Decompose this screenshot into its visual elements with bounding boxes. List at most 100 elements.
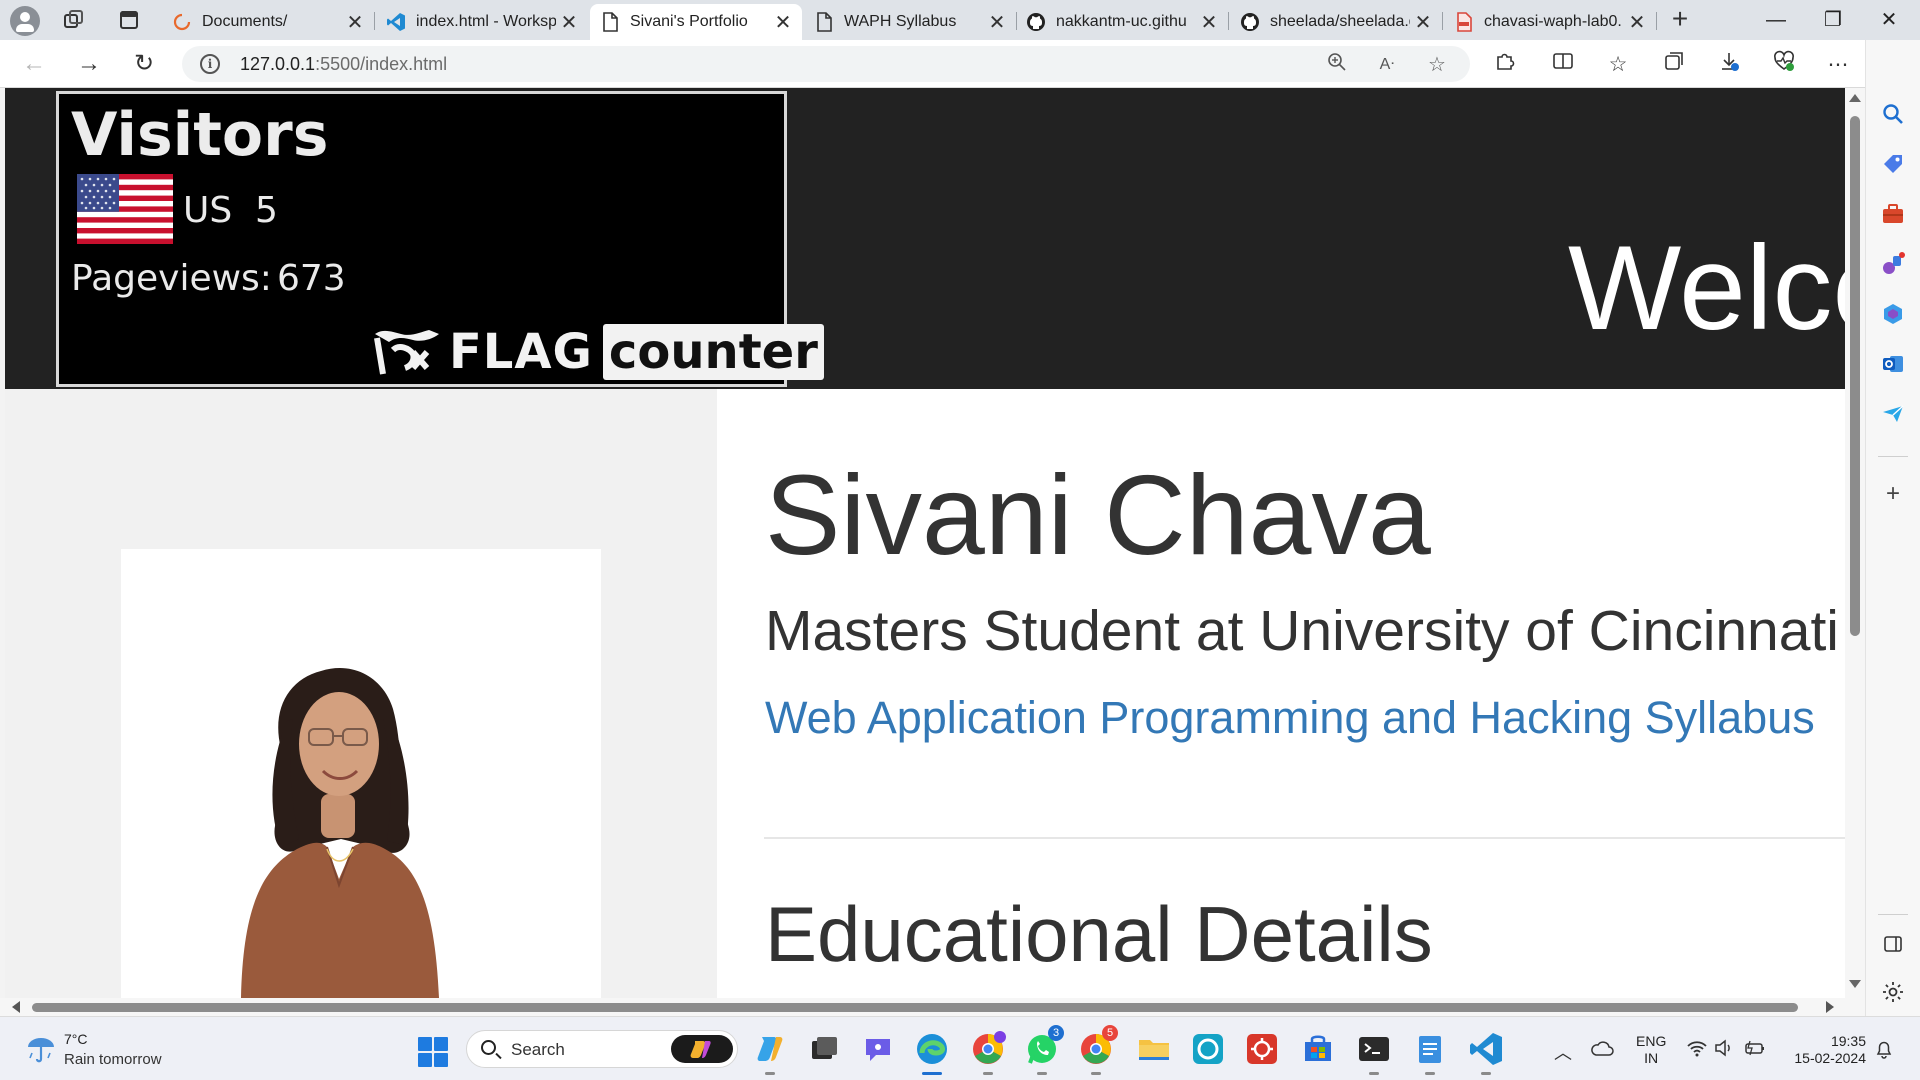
drop-send-icon[interactable] bbox=[1881, 402, 1905, 426]
tab-title: WAPH Syllabus bbox=[844, 13, 957, 30]
tab-chavasi-lab0-pdf[interactable]: chavasi-waph-lab0. ✕ bbox=[1444, 4, 1656, 40]
flag-counter-logo-counter: counter bbox=[602, 324, 824, 380]
tab-close-button[interactable]: ✕ bbox=[1200, 10, 1218, 35]
tab-close-button[interactable]: ✕ bbox=[1414, 10, 1432, 35]
refresh-icon[interactable]: ↻ bbox=[130, 50, 158, 78]
downloads-icon[interactable] bbox=[1714, 50, 1744, 80]
teams-chat-icon[interactable] bbox=[860, 1031, 896, 1067]
alexa-app-icon[interactable] bbox=[1190, 1031, 1226, 1067]
add-icon[interactable]: + bbox=[1881, 482, 1905, 506]
sidebar-separator bbox=[1878, 456, 1908, 457]
copilot-app-icon[interactable] bbox=[752, 1031, 788, 1075]
vertical-scrollbar[interactable] bbox=[1845, 88, 1865, 998]
address-bar[interactable]: i 127.0.0.1:5500/index.html Aᐧ ☆ bbox=[182, 46, 1470, 82]
divider bbox=[764, 837, 1845, 839]
vertical-scroll-thumb[interactable] bbox=[1850, 116, 1860, 636]
more-menu-icon[interactable]: ⋯ bbox=[1823, 50, 1853, 80]
battery-icon[interactable] bbox=[1744, 1039, 1766, 1062]
terminal-icon[interactable] bbox=[1356, 1031, 1392, 1075]
volume-icon[interactable] bbox=[1714, 1039, 1734, 1062]
settings-gear-icon[interactable] bbox=[1881, 980, 1905, 1004]
outlook-icon[interactable] bbox=[1881, 352, 1905, 376]
tab-title: sheelada/sheelada.g bbox=[1270, 13, 1410, 30]
games-icon[interactable] bbox=[1881, 252, 1905, 276]
visitors-title: Visitors bbox=[71, 100, 329, 170]
weather-description[interactable]: Rain tomorrow bbox=[64, 1051, 162, 1068]
tab-separator bbox=[1442, 12, 1443, 30]
tab-documents[interactable]: Documents/ ✕ bbox=[162, 4, 374, 40]
system-clock[interactable]: 19:35 15-02-2024 bbox=[1786, 1033, 1866, 1067]
language-indicator[interactable]: ENG IN bbox=[1636, 1033, 1666, 1067]
scroll-down-arrow-icon[interactable] bbox=[1849, 980, 1861, 988]
zoom-icon[interactable] bbox=[1324, 52, 1350, 78]
notifications-bell-icon[interactable] bbox=[1874, 1039, 1894, 1064]
read-aloud-icon[interactable]: Aᐧ bbox=[1374, 52, 1400, 78]
horizontal-scrollbar[interactable] bbox=[0, 998, 1865, 1016]
restore-button[interactable]: ❐ bbox=[1810, 6, 1856, 34]
new-tab-button[interactable]: + bbox=[1664, 4, 1696, 36]
favorite-star-icon[interactable]: ☆ bbox=[1424, 52, 1450, 78]
tab-close-button[interactable]: ✕ bbox=[560, 10, 578, 35]
profile-sidebar bbox=[5, 389, 717, 998]
wifi-icon[interactable] bbox=[1686, 1039, 1708, 1062]
profile-icon[interactable] bbox=[10, 6, 40, 36]
tab-waph-syllabus[interactable]: WAPH Syllabus ✕ bbox=[804, 4, 1016, 40]
windows-start-icon[interactable] bbox=[418, 1037, 448, 1067]
horizontal-scroll-thumb[interactable] bbox=[32, 1003, 1798, 1012]
search-icon bbox=[481, 1040, 496, 1055]
vscode-taskbar-icon[interactable] bbox=[1468, 1031, 1504, 1075]
collections-icon[interactable] bbox=[1659, 50, 1689, 80]
favorites-icon[interactable]: ☆ bbox=[1603, 50, 1633, 80]
tools-briefcase-icon[interactable] bbox=[1881, 202, 1905, 226]
file-explorer-icon[interactable] bbox=[1136, 1031, 1172, 1067]
tab-github-nakkantm[interactable]: nakkantm-uc.githu ✕ bbox=[1016, 4, 1228, 40]
hide-sidebar-icon[interactable] bbox=[1881, 932, 1905, 956]
window-close-button[interactable]: ✕ bbox=[1866, 6, 1912, 34]
running-indicator bbox=[922, 1072, 942, 1075]
app-settings-red-icon[interactable] bbox=[1244, 1031, 1280, 1067]
scroll-up-arrow-icon[interactable] bbox=[1849, 94, 1861, 102]
tab-close-button[interactable]: ✕ bbox=[1628, 10, 1646, 35]
extensions-icon[interactable] bbox=[1490, 50, 1520, 80]
performance-heart-icon[interactable] bbox=[1769, 50, 1799, 80]
scroll-left-arrow-icon[interactable] bbox=[12, 1001, 20, 1013]
tab-close-button[interactable]: ✕ bbox=[346, 10, 364, 35]
search-icon[interactable] bbox=[1881, 102, 1905, 126]
running-indicator bbox=[1425, 1072, 1435, 1075]
weather-temperature[interactable]: 7°C bbox=[64, 1031, 88, 1047]
forward-arrow-icon[interactable]: → bbox=[75, 50, 103, 78]
scroll-right-arrow-icon[interactable] bbox=[1826, 1001, 1834, 1013]
syllabus-link[interactable]: Web Application Programming and Hacking … bbox=[765, 691, 1815, 745]
task-view-icon[interactable] bbox=[806, 1031, 842, 1067]
chrome-profile-icon[interactable] bbox=[970, 1031, 1006, 1075]
page-title: Sivani Chava bbox=[765, 452, 1431, 578]
windows-taskbar: 7°C Rain tomorrow Search 3 5 ︿ ENG IN 19… bbox=[0, 1016, 1920, 1080]
weather-rain-icon[interactable] bbox=[24, 1031, 58, 1065]
split-screen-icon[interactable] bbox=[1548, 50, 1578, 80]
copilot-search-icon[interactable] bbox=[671, 1035, 733, 1063]
tab-sivanis-portfolio[interactable]: Sivani's Portfolio ✕ bbox=[590, 4, 802, 40]
whatsapp-icon[interactable]: 3 bbox=[1024, 1025, 1064, 1075]
tab-close-button[interactable]: ✕ bbox=[988, 10, 1006, 35]
url-text[interactable]: 127.0.0.1:5500/index.html bbox=[240, 54, 447, 75]
back-arrow-icon[interactable]: ← bbox=[20, 50, 48, 78]
chrome-icon[interactable]: 5 bbox=[1078, 1025, 1118, 1075]
show-hidden-icons-chevron-icon[interactable]: ︿ bbox=[1554, 1039, 1572, 1065]
onedrive-cloud-icon[interactable] bbox=[1590, 1039, 1614, 1062]
flag-counter-widget[interactable]: Visitors US 5 Pageviews: 673 FLAG counte… bbox=[56, 91, 824, 387]
edge-browser-icon[interactable] bbox=[914, 1031, 950, 1075]
tab-github-sheelada[interactable]: sheelada/sheelada.g ✕ bbox=[1230, 4, 1442, 40]
workspaces-icon[interactable] bbox=[62, 8, 86, 32]
microsoft365-icon[interactable] bbox=[1881, 302, 1905, 326]
notepad-icon[interactable] bbox=[1412, 1031, 1448, 1075]
site-info-icon[interactable]: i bbox=[200, 54, 220, 74]
minimize-button[interactable]: — bbox=[1753, 6, 1799, 34]
shopping-tag-icon[interactable] bbox=[1881, 152, 1905, 176]
microsoft-store-icon[interactable] bbox=[1300, 1031, 1336, 1067]
taskbar-search[interactable]: Search bbox=[466, 1030, 738, 1068]
github-icon bbox=[1026, 12, 1046, 32]
running-indicator bbox=[765, 1072, 775, 1075]
tab-close-button[interactable]: ✕ bbox=[774, 10, 792, 35]
vertical-tabs-icon[interactable] bbox=[118, 8, 142, 32]
tab-vscode-index[interactable]: index.html - Worksp ✕ bbox=[376, 4, 588, 40]
